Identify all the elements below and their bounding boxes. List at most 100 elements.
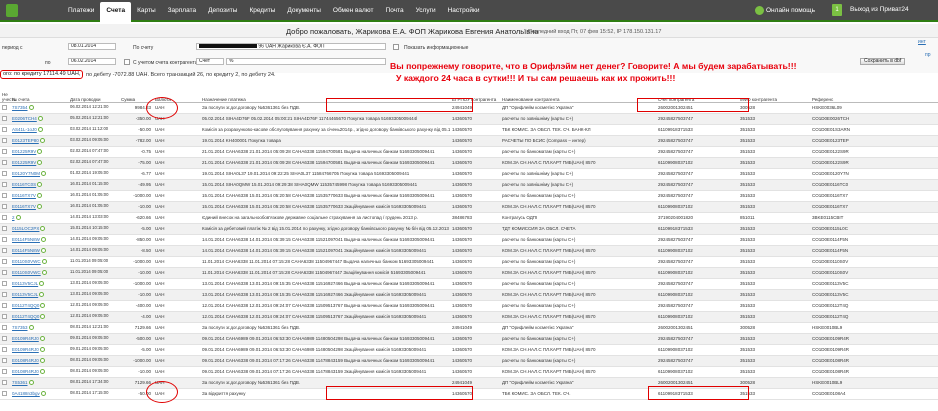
table-row[interactable]: E0116TC0S 16.01.2014 01:15:00 -49.95 UAH 15.… (0, 179, 938, 191)
exclude-checkbox[interactable] (2, 280, 7, 286)
doc-number-text[interactable]: E0113V5CJL (12, 281, 38, 286)
column-header-2[interactable]: Сумма (119, 82, 153, 103)
doc-number-link[interactable]: E01225R9V (10, 146, 68, 158)
doc-number-link[interactable]: E0116TX7V (10, 201, 68, 213)
online-help-link[interactable]: Онлайн помощь (755, 6, 815, 15)
save-dbf-button[interactable]: Сохранить в dbf (860, 58, 906, 65)
row-exclude-checkbox[interactable] (0, 311, 10, 323)
account-select[interactable]: 96 UAH Жарикова Є.А. ФОП (196, 43, 386, 50)
row-exclude-checkbox[interactable] (0, 377, 10, 389)
table-row[interactable]: E0113V5CJL 13.01.2014 09:05:00 -1000.00 UAH… (0, 278, 938, 290)
doc-number-link[interactable]: E0114F5N8W (10, 245, 68, 257)
doc-number-text[interactable]: 7S7353 (12, 325, 28, 330)
doc-number-text[interactable]: 2 (12, 215, 15, 220)
doc-number-link[interactable]: 7S7354 (10, 102, 68, 114)
doc-number-text[interactable]: E01225R9V (12, 149, 36, 154)
doc-number-text[interactable]: E0112T4QQ0 (12, 303, 39, 308)
doc-number-link[interactable]: E0112T4QQ0 (10, 300, 68, 312)
field-value-input[interactable]: % (226, 58, 386, 65)
exclude-checkbox[interactable] (2, 181, 7, 187)
row-exclude-checkbox[interactable] (0, 278, 10, 290)
row-exclude-checkbox[interactable] (0, 366, 10, 378)
table-row[interactable]: 0115LOC2PX 15.01.2014 10:15:00 -5.00 UAH Ком… (0, 223, 938, 235)
doc-number-text[interactable]: E0123TEP80 (12, 138, 39, 143)
doc-number-link[interactable]: E0109R4RJ0 (10, 344, 68, 356)
column-header-6[interactable]: Наименование контрагента (500, 82, 656, 103)
doc-number-text[interactable]: E0114F5N8W (12, 248, 40, 253)
table-row[interactable]: E0116TX7V 16.01.2014 01:05:00 -10.00 UAH 15.… (0, 201, 938, 213)
doc-number-link[interactable]: E0108R4RJ0 (10, 366, 68, 378)
row-exclude-checkbox[interactable] (0, 388, 10, 400)
exclude-checkbox[interactable] (2, 335, 7, 341)
doc-number-text[interactable]: E0112T4QQ0 (12, 314, 39, 319)
exclude-checkbox[interactable] (2, 126, 7, 132)
doc-number-text[interactable]: E0116TC0S (12, 182, 36, 187)
exclude-checkbox[interactable] (2, 159, 7, 165)
field-select[interactable]: Счет (196, 58, 224, 65)
doc-number-link[interactable]: 7S5361 (10, 377, 68, 389)
nav-tab-9[interactable]: Услуги (410, 0, 442, 22)
right-link-2[interactable]: пр (925, 52, 931, 58)
table-row[interactable]: E0123TEP80 03.02.2014 09:05:00 -782.00 UAH 1… (0, 135, 938, 147)
nav-tab-7[interactable]: Обмен валют (327, 0, 380, 22)
exclude-checkbox[interactable] (2, 291, 7, 297)
table-row[interactable]: E0116TX7V 16.01.2014 01:05:00 -1000.00 UAH 1… (0, 190, 938, 202)
doc-number-link[interactable]: E0110S0VWC (10, 256, 68, 268)
column-header-0[interactable]: № счета (10, 82, 68, 103)
doc-number-text[interactable]: E0110S0VWC (12, 259, 41, 264)
row-exclude-checkbox[interactable] (0, 212, 10, 224)
exclude-checkbox[interactable] (2, 170, 7, 176)
row-exclude-checkbox[interactable] (0, 322, 10, 334)
nav-tab-1[interactable]: Счета (100, 2, 132, 22)
nav-tab-0[interactable]: Платежи (62, 0, 100, 22)
doc-number-link[interactable]: 0A4188n3bgv (10, 388, 68, 400)
exclude-checkbox[interactable] (2, 269, 7, 275)
doc-number-link[interactable]: E0114F5N8W (10, 234, 68, 246)
doc-number-text[interactable]: E0206TCH4 (12, 116, 37, 121)
row-exclude-checkbox[interactable] (0, 179, 10, 191)
doc-number-text[interactable]: E0109R4RJ0 (12, 336, 39, 341)
exclude-checkbox[interactable] (2, 192, 7, 198)
notifications-badge[interactable]: 1 (832, 4, 842, 16)
exclude-checkbox[interactable] (2, 379, 7, 385)
row-exclude-checkbox[interactable] (0, 300, 10, 312)
column-header-9[interactable]: Референс (810, 82, 938, 103)
exclude-checkbox[interactable] (2, 313, 7, 319)
doc-number-text[interactable]: E0108R4RJ0 (12, 369, 39, 374)
exclude-checkbox[interactable] (2, 390, 7, 396)
exclude-checkbox[interactable] (2, 115, 7, 121)
doc-number-link[interactable]: E0112T4QQ0 (10, 311, 68, 323)
show-info-checkbox[interactable] (393, 44, 399, 50)
doc-number-text[interactable]: E0113V5CJL (12, 292, 38, 297)
row-exclude-checkbox[interactable] (0, 289, 10, 301)
column-header-1[interactable]: Дата проводки (68, 82, 119, 103)
nav-tab-2[interactable]: Карты (131, 0, 162, 22)
row-exclude-checkbox[interactable] (0, 201, 10, 213)
exclude-checkbox[interactable] (2, 346, 7, 352)
doc-number-link[interactable]: E0108R4RJ0 (10, 355, 68, 367)
doc-number-text[interactable]: E0110S0VWC (12, 270, 41, 275)
date-from-input[interactable]: 08.01.2014 (68, 43, 116, 50)
doc-number-link[interactable]: E0123TEP80 (10, 135, 68, 147)
exclude-checkbox[interactable] (2, 302, 7, 308)
table-row[interactable]: E0110S0VWC 11.01.2014 09:05:00 -10.00 UAH 11… (0, 267, 938, 279)
doc-number-text[interactable]: E0109R4RJ0 (12, 347, 39, 352)
doc-number-text[interactable]: E0116TX7V (12, 193, 36, 198)
row-exclude-checkbox[interactable] (0, 223, 10, 235)
row-exclude-checkbox[interactable] (0, 157, 10, 169)
table-row[interactable]: E01225R9V 02.02.2014 07:47:00 -75.00 UAH 21.… (0, 157, 938, 169)
exit-link[interactable]: Выход из Приват24 (850, 6, 909, 13)
nav-tab-6[interactable]: Документы (281, 0, 327, 22)
doc-number-text[interactable]: 7S5361 (12, 380, 28, 385)
exclude-checkbox[interactable] (2, 225, 7, 231)
table-row[interactable]: E01225R9V 02.02.2014 07:47:00 -0.75 UAH 21.0… (0, 146, 938, 158)
row-exclude-checkbox[interactable] (0, 113, 10, 125)
nav-tab-10[interactable]: Настройки (442, 0, 486, 22)
right-link-1[interactable]: инт (918, 39, 926, 45)
nav-tab-8[interactable]: Почта (380, 0, 410, 22)
table-row[interactable]: E0206TCH4 05.02.2014 12:21:00 -350.00 UAH 05… (0, 113, 938, 125)
table-row[interactable]: E0114F5N8W 14.01.2014 09:05:00 -850.00 UAH 1… (0, 234, 938, 246)
exclude-checkbox[interactable] (2, 247, 7, 253)
row-exclude-checkbox[interactable] (0, 344, 10, 356)
row-exclude-checkbox[interactable] (0, 102, 10, 114)
